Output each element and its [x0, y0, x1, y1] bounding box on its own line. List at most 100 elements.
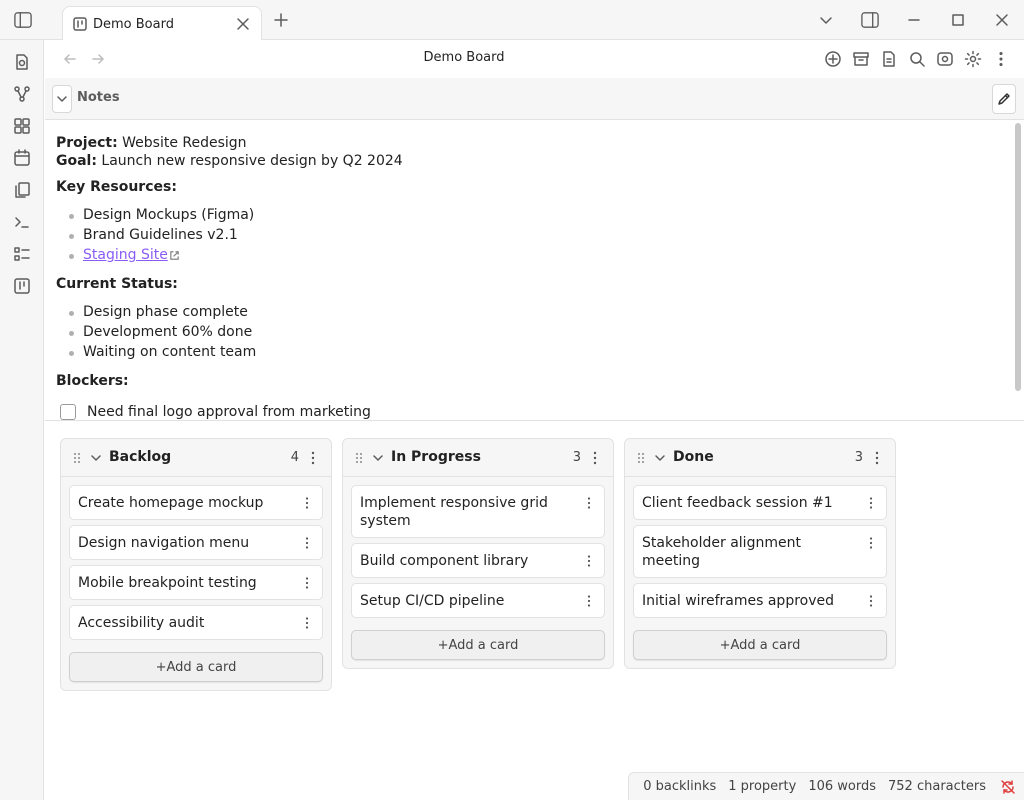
- tab-close-button[interactable]: [235, 16, 251, 32]
- lane-title[interactable]: Backlog: [109, 449, 171, 465]
- list-item: Development 60% done: [69, 323, 1024, 343]
- kanban-card[interactable]: Mobile breakpoint testing: [69, 565, 323, 600]
- project-label: Project:: [56, 135, 118, 151]
- ribbon-graph-view[interactable]: [12, 84, 32, 104]
- ribbon-list[interactable]: [12, 244, 32, 264]
- lane-backlog: Backlog 4 Create homepage mockup Design …: [60, 438, 332, 691]
- task-checkbox[interactable]: [60, 404, 76, 420]
- goal-value: Launch new responsive design by Q2 2024: [101, 153, 403, 169]
- plus-circle-icon: [825, 51, 841, 67]
- notes-title: Notes: [77, 90, 120, 105]
- list-icon: [14, 247, 30, 261]
- lane-cards: Client feedback session #1 Stakeholder a…: [625, 477, 895, 618]
- lane-cards: Implement responsive grid system Build c…: [343, 477, 613, 618]
- more-vertical-icon[interactable]: [300, 576, 314, 590]
- kanban-card[interactable]: Initial wireframes approved: [633, 583, 887, 618]
- drag-handle-icon[interactable]: [634, 451, 648, 465]
- kanban-card[interactable]: Implement responsive grid system: [351, 485, 605, 538]
- view-title[interactable]: Demo Board: [45, 50, 883, 65]
- more-vertical-icon[interactable]: [582, 496, 596, 510]
- list-item: Brand Guidelines v2.1: [69, 226, 1024, 246]
- more-vertical-icon[interactable]: [300, 496, 314, 510]
- more-vertical-icon[interactable]: [587, 450, 603, 466]
- resources-list: Design Mockups (Figma) Brand Guidelines …: [56, 206, 1024, 266]
- ribbon-templates[interactable]: [12, 180, 32, 200]
- card-title: Initial wireframes approved: [642, 593, 835, 609]
- archive-button[interactable]: [852, 50, 870, 68]
- ribbon-canvas[interactable]: [12, 116, 32, 136]
- left-ribbon: [0, 40, 44, 800]
- lane-header: Done 3: [625, 439, 895, 477]
- more-vertical-icon[interactable]: [864, 594, 878, 608]
- external-link-icon: [170, 250, 179, 260]
- task-text: Need final logo approval from marketing: [87, 404, 371, 420]
- more-options-button[interactable]: [992, 50, 1010, 68]
- terminal-icon: [15, 217, 29, 228]
- ribbon-kanban[interactable]: [12, 276, 32, 296]
- window-close-button[interactable]: [988, 6, 1016, 34]
- status-list: Design phase complete Development 60% do…: [56, 303, 1024, 363]
- new-tab-button[interactable]: [272, 11, 290, 29]
- add-card-button[interactable]: +Add a card: [633, 630, 887, 660]
- drag-handle-icon[interactable]: [352, 451, 366, 465]
- file-search-icon: [16, 54, 28, 70]
- view-mode-button[interactable]: [936, 50, 954, 68]
- backlinks-count[interactable]: 0 backlinks: [643, 779, 716, 794]
- staging-site-link[interactable]: Staging Site: [83, 247, 168, 263]
- list-item: Design phase complete: [69, 303, 1024, 323]
- ribbon-open-switcher[interactable]: [12, 52, 32, 72]
- document-icon: [883, 51, 895, 67]
- current-status-heading: Current Status:: [56, 276, 178, 292]
- more-vertical-icon[interactable]: [864, 536, 878, 550]
- project-line: Project: Website Redesign: [56, 134, 1024, 152]
- drag-handle-icon[interactable]: [70, 451, 84, 465]
- notes-content[interactable]: Project: Website Redesign Goal: Launch n…: [45, 121, 1024, 421]
- left-sidebar-toggle-button[interactable]: [12, 10, 34, 30]
- pencil-icon: [998, 93, 1010, 105]
- ribbon-daily-note[interactable]: [12, 148, 32, 168]
- chevron-down-icon[interactable]: [653, 451, 667, 465]
- sync-error-icon[interactable]: [1000, 779, 1016, 795]
- close-icon: [996, 14, 1008, 26]
- more-vertical-icon[interactable]: [582, 554, 596, 568]
- chevron-down-icon[interactable]: [371, 451, 385, 465]
- kanban-card[interactable]: Create homepage mockup: [69, 485, 323, 520]
- kanban-card[interactable]: Build component library: [351, 543, 605, 578]
- chevron-down-icon[interactable]: [89, 451, 103, 465]
- kanban-card[interactable]: Setup CI/CD pipeline: [351, 583, 605, 618]
- add-list-button[interactable]: [824, 50, 842, 68]
- notes-edit-button[interactable]: [992, 84, 1016, 114]
- blockers-heading: Blockers:: [56, 373, 129, 389]
- right-sidebar-toggle-button[interactable]: [856, 6, 884, 34]
- lane-title[interactable]: In Progress: [391, 449, 481, 465]
- kanban-card[interactable]: Design navigation menu: [69, 525, 323, 560]
- search-button[interactable]: [908, 50, 926, 68]
- minimize-button[interactable]: [900, 6, 928, 34]
- open-as-markdown-button[interactable]: [880, 50, 898, 68]
- more-vertical-icon[interactable]: [864, 496, 878, 510]
- kanban-card[interactable]: Accessibility audit: [69, 605, 323, 640]
- notes-collapse-button[interactable]: [52, 85, 72, 113]
- kanban-card[interactable]: Stakeholder alignment meeting: [633, 525, 887, 578]
- more-vertical-icon[interactable]: [305, 450, 321, 466]
- card-title: Stakeholder alignment meeting: [642, 535, 801, 569]
- more-vertical-icon[interactable]: [582, 594, 596, 608]
- tab-demo-board[interactable]: Demo Board: [62, 6, 262, 41]
- more-vertical-icon[interactable]: [300, 616, 314, 630]
- character-count: 752 characters: [888, 779, 986, 794]
- board-settings-button[interactable]: [964, 50, 982, 68]
- add-card-button[interactable]: +Add a card: [69, 652, 323, 682]
- ribbon-command-palette[interactable]: [12, 212, 32, 232]
- tab-list-button[interactable]: [812, 6, 840, 34]
- maximize-button[interactable]: [944, 6, 972, 34]
- kanban-card[interactable]: Client feedback session #1: [633, 485, 887, 520]
- notes-scrollbar[interactable]: [1015, 123, 1021, 391]
- lane-in-progress: In Progress 3 Implement responsive grid …: [342, 438, 614, 669]
- properties-count[interactable]: 1 property: [728, 779, 796, 794]
- task-item: Need final logo approval from marketing: [56, 402, 1024, 420]
- more-vertical-icon[interactable]: [300, 536, 314, 550]
- lane-title[interactable]: Done: [673, 449, 714, 465]
- add-card-button[interactable]: +Add a card: [351, 630, 605, 660]
- view-actions: [814, 50, 1010, 68]
- more-vertical-icon[interactable]: [869, 450, 885, 466]
